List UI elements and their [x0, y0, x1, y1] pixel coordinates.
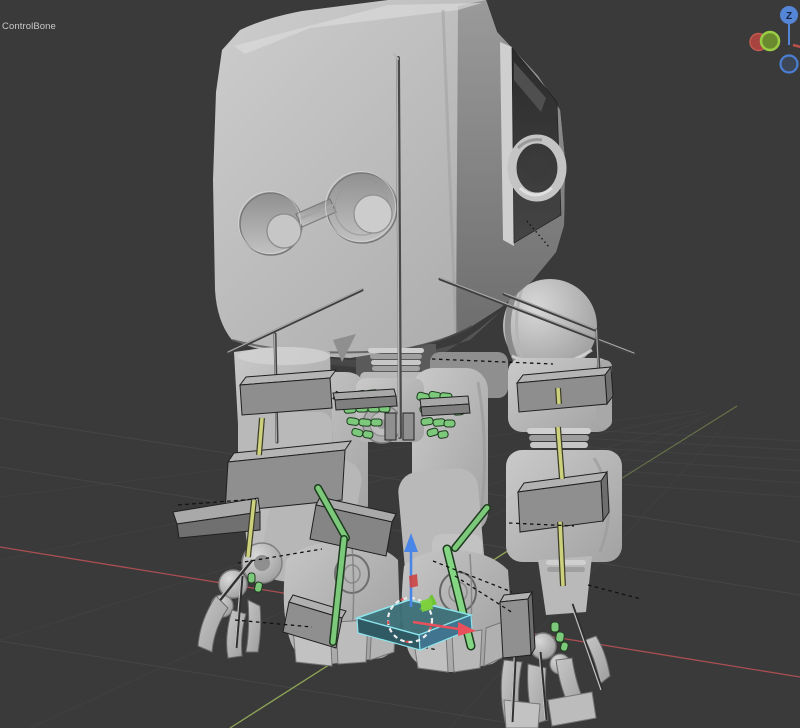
floor-grid: [0, 410, 800, 728]
bone-box-right-hand: [500, 592, 535, 658]
viewport-canvas[interactable]: Z: [0, 0, 800, 728]
blender-3d-viewport[interactable]: ControlBone: [0, 0, 800, 728]
gizmo-yz-plane-handle[interactable]: [409, 574, 418, 588]
nav-neg-z-ball[interactable]: [781, 56, 798, 73]
robot-head-side-panel: [500, 42, 562, 246]
nav-y-ball[interactable]: [761, 32, 779, 50]
nav-z-label: Z: [786, 11, 792, 22]
bone-box-left-upper: [240, 370, 336, 415]
navigation-gizmo[interactable]: Z: [750, 6, 800, 73]
bone-box-right-upper: [517, 367, 613, 412]
axis-lines: [0, 406, 800, 728]
